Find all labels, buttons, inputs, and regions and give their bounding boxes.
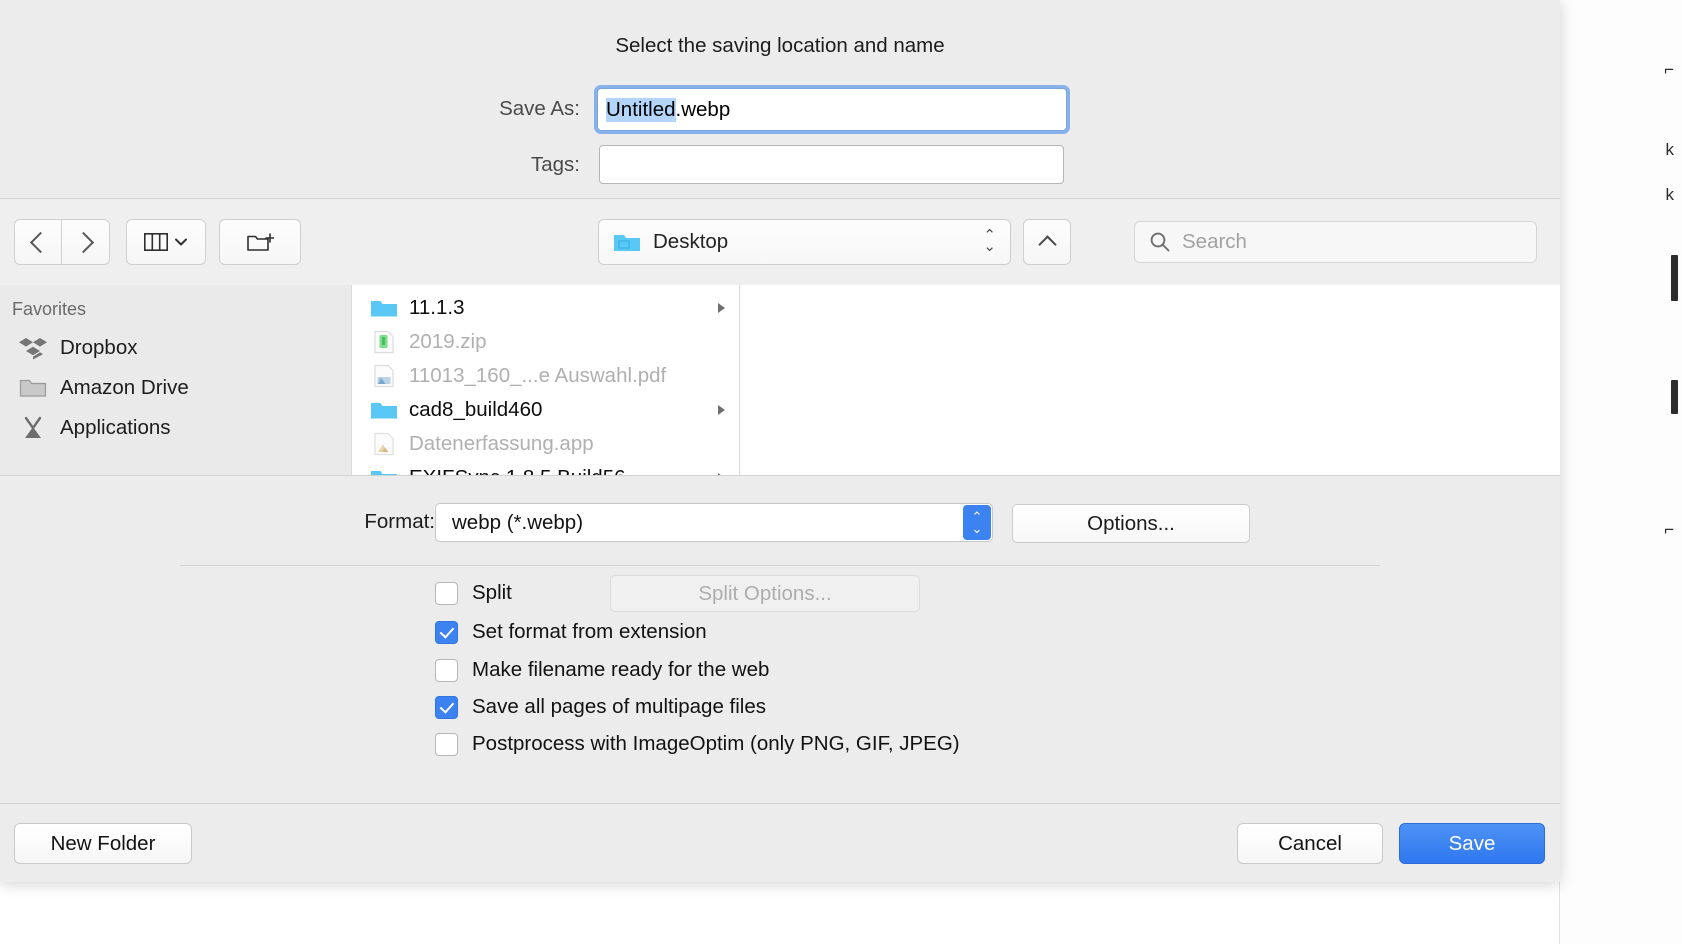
checkbox-save-all-pages[interactable]	[435, 695, 458, 719]
sidebar-item-label: Dropbox	[60, 336, 138, 359]
file-row[interactable]: 2019.zip	[352, 325, 739, 359]
dialog-button-bar: New Folder Cancel Save	[0, 803, 1560, 882]
format-label: Format:	[364, 510, 435, 533]
checkbox-label: Set format from extension	[472, 620, 707, 643]
view-mode-button[interactable]	[126, 219, 206, 265]
disclosure-triangle-icon	[718, 303, 725, 313]
disclosure-triangle-icon	[718, 405, 725, 415]
background-glyph-3: k	[1665, 185, 1675, 204]
sidebar-item-applications[interactable]: Applications	[0, 408, 351, 448]
background-right-panel: ⌐ k k ⌐	[1559, 0, 1682, 944]
format-stepper-arrows-icon: ⌃ ⌄	[963, 505, 991, 540]
background-bar-2	[1671, 380, 1678, 414]
file-name: 2019.zip	[409, 330, 487, 353]
file-name: 11013_160_...e Auswahl.pdf	[409, 364, 667, 387]
cancel-button[interactable]: Cancel	[1237, 823, 1383, 864]
checkbox-row-set-format-from-extension[interactable]: Set format from extension	[435, 617, 707, 647]
save-as-input[interactable]: Untitled .webp	[597, 88, 1067, 131]
file-name: EXIFSync 1.8.5 Build56	[409, 466, 626, 475]
sidebar-item-label: Applications	[60, 416, 171, 439]
chevron-down-icon	[175, 238, 187, 246]
options-divider	[180, 565, 1380, 566]
format-value-text: webp (*.webp)	[452, 510, 584, 534]
file-name: Datenerfassung.app	[409, 432, 594, 455]
zip-file-icon	[370, 330, 398, 354]
checkbox-row-make-filename-web-ready[interactable]: Make filename ready for the web	[435, 655, 769, 685]
app-file-icon	[370, 432, 398, 456]
file-name: 11.1.3	[409, 296, 465, 319]
path-popup-button[interactable]: Desktop ⌃ ⌄	[598, 219, 1011, 265]
dialog-title: Select the saving location and name	[615, 34, 945, 57]
sidebar-item-amazon-drive[interactable]: Amazon Drive	[0, 368, 351, 408]
file-row[interactable]: EXIFSync 1.8.5 Build56	[352, 461, 739, 475]
checkbox-row-split[interactable]: Split	[435, 578, 512, 608]
checkbox-set-format-from-extension[interactable]	[435, 620, 458, 644]
file-name: cad8_build460	[409, 398, 543, 421]
save-as-selected-text: Untitled	[606, 97, 676, 122]
checkbox-label: Postprocess with ImageOptim (only PNG, G…	[472, 732, 960, 755]
file-preview-column	[740, 285, 1560, 475]
forward-button[interactable]	[62, 219, 110, 265]
chevron-right-icon	[72, 231, 95, 253]
go-up-button[interactable]	[1023, 219, 1071, 265]
file-row[interactable]: Datenerfassung.app	[352, 427, 739, 461]
checkbox-make-filename-web-ready[interactable]	[435, 658, 458, 682]
background-glyph-4: ⌐	[1664, 520, 1674, 539]
search-input[interactable]: Search	[1134, 221, 1537, 263]
new-folder-button[interactable]	[219, 219, 301, 265]
file-row[interactable]: 11013_160_...e Auswahl.pdf	[352, 359, 739, 393]
folder-blue-icon	[370, 398, 398, 422]
dialog-header: Select the saving location and name Save…	[0, 0, 1560, 199]
browser-toolbar: Desktop ⌃ ⌄ Search	[0, 199, 1560, 285]
options-button[interactable]: Options...	[1012, 504, 1250, 543]
applications-icon	[18, 415, 48, 441]
folder-blue-icon	[370, 296, 398, 320]
format-popup-button[interactable]: webp (*.webp) ⌃ ⌄	[435, 503, 993, 542]
sidebar-item-dropbox[interactable]: Dropbox	[0, 328, 351, 368]
checkbox-label: Make filename ready for the web	[472, 658, 770, 681]
chevron-left-icon	[29, 231, 51, 253]
pdf-file-icon	[370, 364, 398, 388]
split-options-button: Split Options...	[610, 575, 920, 612]
new-folder-icon	[247, 233, 274, 251]
folder-icon	[614, 235, 640, 251]
file-browser: Favorites Dropbox Amazon Drive Applicati…	[0, 285, 1560, 475]
sidebar: Favorites Dropbox Amazon Drive Applicati…	[0, 285, 352, 475]
folder-blue-icon	[370, 466, 398, 475]
save-as-label: Save As:	[499, 97, 580, 120]
tags-label: Tags:	[531, 153, 580, 176]
sidebar-header: Favorites	[12, 299, 87, 319]
new-folder-button-bottom[interactable]: New Folder	[14, 823, 192, 864]
path-popup-label: Desktop	[653, 230, 729, 253]
checkbox-label: Split	[472, 581, 512, 604]
search-placeholder-text: Search	[1182, 230, 1247, 253]
chevron-up-icon	[1037, 235, 1057, 254]
checkbox-split[interactable]	[435, 581, 458, 605]
checkbox-postprocess-imageoptim[interactable]	[435, 732, 458, 756]
background-bar-1	[1671, 255, 1678, 301]
file-row[interactable]: cad8_build460	[352, 393, 739, 427]
up-down-arrows-icon: ⌃ ⌄	[983, 227, 996, 255]
back-button[interactable]	[14, 219, 62, 265]
file-row[interactable]: 11.1.3	[352, 291, 739, 325]
background-glyph-1: ⌐	[1664, 60, 1674, 79]
sidebar-item-label: Amazon Drive	[60, 376, 189, 399]
file-column[interactable]: 11.1.3 2019.zip 11013_160_...e Auswahl.p…	[352, 285, 740, 475]
background-glyph-2: k	[1665, 140, 1675, 159]
folder-grey-icon	[18, 375, 48, 401]
checkbox-row-postprocess-imageoptim[interactable]: Postprocess with ImageOptim (only PNG, G…	[435, 729, 960, 759]
dropbox-icon	[18, 335, 48, 361]
column-view-icon	[144, 233, 168, 251]
search-icon	[1150, 232, 1170, 252]
save-button[interactable]: Save	[1399, 823, 1545, 864]
checkbox-label: Save all pages of multipage files	[472, 695, 767, 718]
save-as-extension-text: .webp	[675, 97, 731, 121]
save-dialog-sheet: Select the saving location and name Save…	[0, 0, 1560, 882]
checkbox-row-save-all-pages[interactable]: Save all pages of multipage files	[435, 692, 766, 722]
tags-input[interactable]	[599, 145, 1064, 184]
